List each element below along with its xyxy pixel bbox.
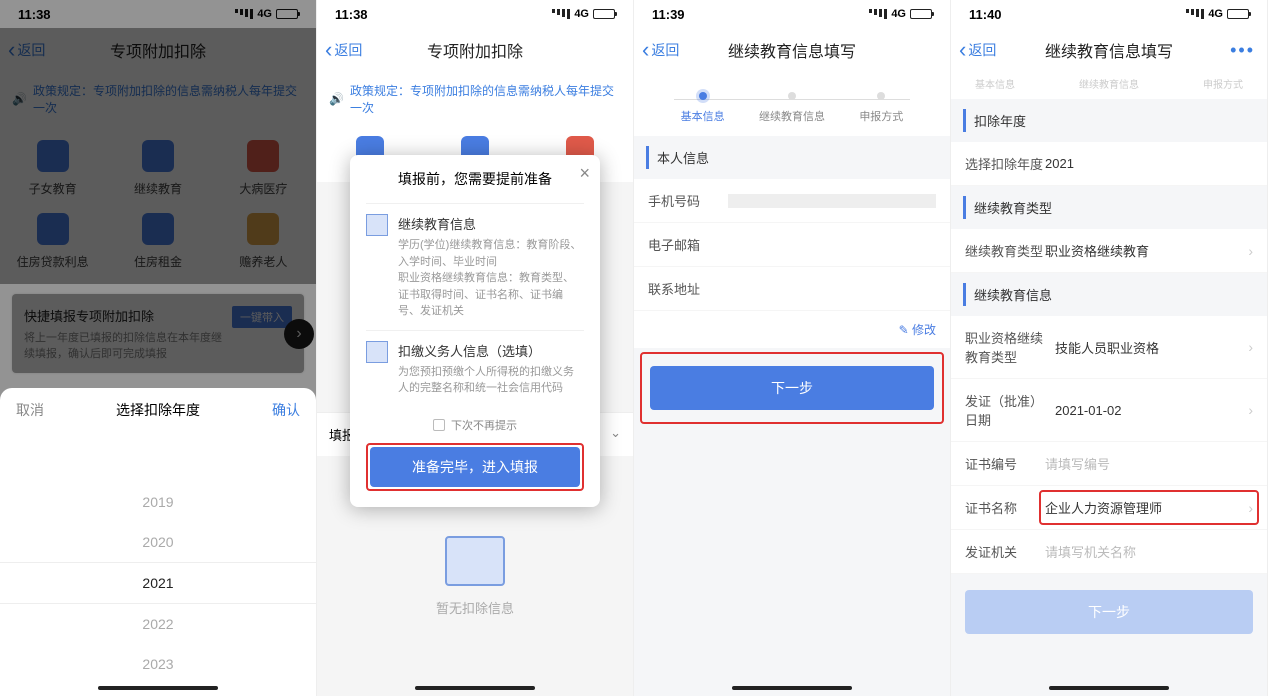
back-button[interactable]: 返回 <box>959 37 996 63</box>
step-basic: 基本信息 <box>658 92 747 124</box>
more-button[interactable]: ••• <box>1230 40 1255 61</box>
status-time: 11:40 <box>969 7 1002 22</box>
empty-text: 暂无扣除信息 <box>436 601 514 616</box>
home-indicator <box>98 686 218 690</box>
year-option-selected[interactable]: 2021 <box>0 562 316 604</box>
status-bar: 11:39 4G <box>634 0 950 28</box>
home-indicator <box>732 686 852 690</box>
sec2-desc: 为您预扣预缴个人所得税的扣缴义务人的完整名称和统一社会信用代码 <box>398 364 584 397</box>
empty-icon <box>445 536 505 586</box>
cancel-button[interactable]: 取消 <box>16 400 44 420</box>
sheet-title: 选择扣除年度 <box>116 400 200 420</box>
home-indicator <box>1049 686 1169 690</box>
back-button[interactable]: 返回 <box>325 37 362 63</box>
speaker-icon <box>329 92 344 106</box>
section-year: 扣除年度 <box>963 109 1255 132</box>
ready-button[interactable]: 准备完毕，进入填报 <box>370 447 580 487</box>
dont-show-checkbox[interactable]: 下次不再提示 <box>366 407 584 443</box>
step-edu: 继续教育信息 <box>747 92 836 124</box>
home-indicator <box>415 686 535 690</box>
confirm-button[interactable]: 确认 <box>272 400 300 420</box>
status-bar: 11:40 4G <box>951 0 1267 28</box>
prepare-modal: × 填报前，您需要提前准备 继续教育信息 学历(学位)继续教育信息：教育阶段、入… <box>350 155 600 507</box>
signal-icon <box>1186 9 1204 19</box>
email-field: 电子邮箱 <box>634 223 950 267</box>
sec1-desc: 学历(学位)继续教育信息：教育阶段、入学时间、毕业时间 职业资格继续教育信息：教… <box>398 237 584 320</box>
section-edu-info: 继续教育信息 <box>963 283 1255 306</box>
nav-bar: 返回 继续教育信息填写 ••• <box>951 28 1267 72</box>
battery-icon <box>1227 9 1249 19</box>
year-picker-sheet: 取消 选择扣除年度 确认 2019 2020 2021 2022 2023 <box>0 388 316 696</box>
page-title: 继续教育信息填写 <box>728 38 856 62</box>
status-bar: 11:38 4G <box>317 0 633 28</box>
step-label-faded: 基本信息 <box>975 76 1015 91</box>
chevron-right-icon: › <box>1248 402 1253 418</box>
battery-icon <box>910 9 932 19</box>
section-edu-type: 继续教育类型 <box>963 196 1255 219</box>
section-personal: 本人信息 <box>646 146 938 169</box>
nav-bar: 返回 继续教育信息填写 <box>634 28 950 72</box>
step-label-faded: 继续教育信息 <box>1079 76 1139 91</box>
sec2-title: 扣缴义务人信息（选填） <box>398 341 584 360</box>
doc-icon <box>366 214 388 236</box>
page-title: 专项附加扣除 <box>427 38 523 62</box>
year-option[interactable]: 2019 <box>0 482 316 522</box>
cert-number-field[interactable]: 证书编号 请填写编号 <box>951 442 1267 486</box>
next-button-disabled: 下一步 <box>965 590 1253 634</box>
step-label-faded: 申报方式 <box>1203 76 1243 91</box>
signal-icon <box>552 9 570 19</box>
status-time: 11:39 <box>652 7 685 22</box>
page-title: 继续教育信息填写 <box>1045 38 1173 62</box>
back-button[interactable]: 返回 <box>642 37 679 63</box>
policy-notice: 政策规定：专项附加扣除的信息需纳税人每年提交一次 <box>317 72 633 126</box>
signal-icon <box>869 9 887 19</box>
edit-link[interactable]: 修改 <box>634 311 950 348</box>
nav-bar: 返回 专项附加扣除 <box>317 28 633 72</box>
screen-1-year-picker: 11:38 4G 返回 专项附加扣除 政策规定：专项附加扣除的信息需纳税人每年提… <box>0 0 317 696</box>
year-option[interactable]: 2020 <box>0 522 316 562</box>
chevron-right-icon: › <box>1248 339 1253 355</box>
status-time: 11:38 <box>335 7 368 22</box>
step-indicator: 基本信息 继续教育信息 申报方式 <box>634 72 950 136</box>
chevron-right-icon: › <box>1248 243 1253 259</box>
checkbox-icon[interactable] <box>433 419 445 431</box>
highlight-box: 准备完毕，进入填报 <box>366 443 584 491</box>
year-field[interactable]: 选择扣除年度 2021 <box>951 142 1267 186</box>
year-option[interactable]: 2022 <box>0 604 316 644</box>
chevron-down-icon[interactable]: ⌄ <box>610 425 621 444</box>
issue-date-field[interactable]: 发证（批准）日期 2021-01-02 › <box>951 379 1267 442</box>
battery-icon <box>593 9 615 19</box>
step-method: 申报方式 <box>837 92 926 124</box>
sec1-title: 继续教育信息 <box>398 214 584 233</box>
year-option[interactable]: 2023 <box>0 644 316 684</box>
edu-type-field[interactable]: 继续教育类型 职业资格继续教育 › <box>951 229 1267 273</box>
chevron-right-icon: › <box>1248 500 1253 516</box>
phone-value-redacted <box>728 194 936 208</box>
issuer-field[interactable]: 发证机关 请填写机关名称 <box>951 530 1267 574</box>
next-button[interactable]: 下一步 <box>650 366 934 410</box>
screen-2-prepare-modal: 11:38 4G 返回 专项附加扣除 政策规定：专项附加扣除的信息需纳税人每年提… <box>317 0 634 696</box>
modal-title: 填报前，您需要提前准备 <box>366 169 584 189</box>
address-field: 联系地址 <box>634 267 950 311</box>
cert-name-field[interactable]: 证书名称 企业人力资源管理师 › <box>951 486 1267 530</box>
screen-4-edu-info: 11:40 4G 返回 继续教育信息填写 ••• 基本信息 继续教育信息 申报方… <box>951 0 1268 696</box>
screen-3-basic-info: 11:39 4G 返回 继续教育信息填写 基本信息 继续教育信息 申报方式 本人… <box>634 0 951 696</box>
building-icon <box>366 341 388 363</box>
close-icon[interactable]: × <box>579 163 590 184</box>
qual-type-field[interactable]: 职业资格继续教育类型 技能人员职业资格 › <box>951 316 1267 379</box>
phone-field: 手机号码 <box>634 179 950 223</box>
